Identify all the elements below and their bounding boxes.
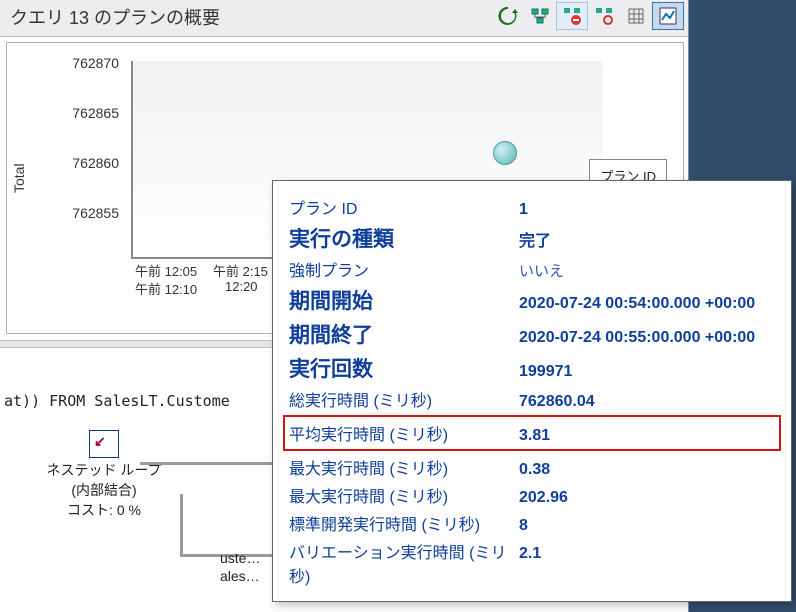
tooltip-value: 202.96 xyxy=(519,489,775,507)
y-tick: 762860 xyxy=(63,155,119,171)
tooltip-value: 2020-07-24 00:55:00.000 +00:00 xyxy=(519,329,775,347)
tooltip-value: 2020-07-24 00:54:00.000 +00:00 xyxy=(519,295,775,313)
tooltip-row: 標準開発実行時間 (ミリ秒) 8 xyxy=(289,511,775,535)
tooltip-row: 期間開始 2020-07-24 00:54:00.000 +00:00 xyxy=(289,285,775,315)
y-tick: 762865 xyxy=(63,105,119,121)
tooltip-value: 199971 xyxy=(519,363,775,381)
sql-text: at)) FROM SalesLT.Custome xyxy=(4,392,230,410)
tooltip-row: 平均実行時間 (ミリ秒) 3.81 xyxy=(283,415,781,451)
plan-connector xyxy=(180,494,283,557)
grid-icon xyxy=(626,6,646,26)
tooltip-label: 総実行時間 (ミリ秒) xyxy=(289,387,509,411)
tooltip-label: バリエーション実行時間 (ミリ秒) xyxy=(289,539,509,587)
tooltip-value: 2.1 xyxy=(519,545,775,563)
titlebar: クエリ 13 のプランの概要 xyxy=(0,0,688,37)
tooltip-value: いいえ xyxy=(519,260,775,281)
tooltip-label: 標準開発実行時間 (ミリ秒) xyxy=(289,511,509,535)
x-tick: 午前 2:15 xyxy=(213,261,268,280)
nested-loop-icon: ↙ xyxy=(89,430,119,458)
force-plan-button[interactable] xyxy=(556,2,588,30)
toolbar xyxy=(492,2,684,30)
plan-node-line: コスト: 0 % xyxy=(4,500,204,520)
tooltip-label: 平均実行時間 (ミリ秒) xyxy=(289,421,509,445)
plan-details-tooltip: プラン ID1実行の種類完了強制プランいいえ期間開始2020-07-24 00:… xyxy=(272,180,792,602)
x-tick: 午前 12:05 xyxy=(135,261,197,280)
y-tick: 762855 xyxy=(63,205,119,221)
tooltip-row: バリエーション実行時間 (ミリ秒) 2.1 xyxy=(289,539,775,587)
plan-point[interactable] xyxy=(493,141,517,165)
refresh-button[interactable] xyxy=(492,2,524,30)
tooltip-value: 762860.04 xyxy=(519,393,775,411)
tooltip-label: 強制プラン xyxy=(289,257,509,281)
unforce-plan-icon xyxy=(594,6,614,26)
refresh-icon xyxy=(498,6,518,26)
compare-icon xyxy=(530,6,550,26)
tooltip-label: 最大実行時間 (ミリ秒) xyxy=(289,455,509,479)
tooltip-row: 実行の種類完了 xyxy=(289,223,775,253)
tooltip-label: プラン ID xyxy=(289,195,509,219)
tooltip-label: 最大実行時間 (ミリ秒) xyxy=(289,483,509,507)
tooltip-value: 0.38 xyxy=(519,461,775,479)
tooltip-row: 最大実行時間 (ミリ秒) 202.96 xyxy=(289,483,775,507)
tooltip-label: 実行回数 xyxy=(289,353,509,383)
compare-plans-button[interactable] xyxy=(524,2,556,30)
root: クエリ 13 のプランの概要 xyxy=(0,0,796,612)
tooltip-value: 3.81 xyxy=(519,427,775,445)
plan-connector xyxy=(140,462,280,475)
tooltip-label: 期間開始 xyxy=(289,285,509,315)
unforce-plan-button[interactable] xyxy=(588,2,620,30)
tooltip-row: 最大実行時間 (ミリ秒) 0.38 xyxy=(289,455,775,479)
tooltip-value: 完了 xyxy=(519,227,775,251)
tooltip-row: プラン ID 1 xyxy=(289,195,775,219)
truncated-label: uste… xyxy=(220,550,260,566)
truncated-label: ales… xyxy=(220,568,260,584)
tooltip-row: 総実行時間 (ミリ秒) 762860.04 xyxy=(289,387,775,411)
page-title: クエリ 13 のプランの概要 xyxy=(10,4,220,30)
x-tick: 12:20 xyxy=(225,279,258,294)
force-plan-icon xyxy=(562,6,582,26)
x-tick: 午前 12:10 xyxy=(135,279,197,298)
tooltip-row: 期間終了 2020-07-24 00:55:00.000 +00:00 xyxy=(289,319,775,349)
tooltip-label: 実行の種類 xyxy=(289,223,509,253)
tooltip-label: 期間終了 xyxy=(289,319,509,349)
tooltip-row: 実行回数 199971 xyxy=(289,353,775,383)
tooltip-row: 強制プランいいえ xyxy=(289,257,775,281)
tooltip-value: 1 xyxy=(519,201,775,219)
tooltip-value: 8 xyxy=(519,517,775,535)
chart-icon xyxy=(658,6,678,26)
y-axis-title: Total xyxy=(11,163,27,193)
grid-view-button[interactable] xyxy=(620,2,652,30)
chart-view-button[interactable] xyxy=(652,2,684,30)
y-tick: 762870 xyxy=(63,55,119,71)
plan-node-nested-loop[interactable]: ↙ ネステッド ループ (内部結合) コスト: 0 % xyxy=(4,430,204,520)
plan-node-line: (内部結合) xyxy=(4,480,204,500)
